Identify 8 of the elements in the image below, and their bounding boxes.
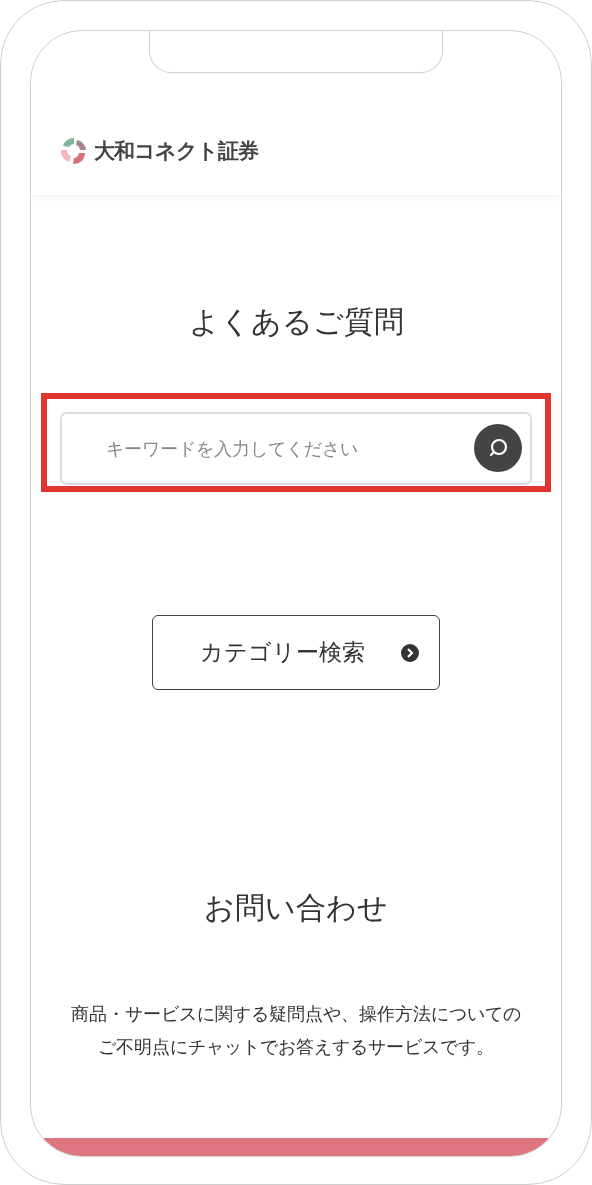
- category-search-button[interactable]: カテゴリー検索: [152, 615, 440, 690]
- section-title: よくあるご質問: [188, 303, 404, 341]
- description-text: ご不明点にチャットでお答えするサービスです。: [98, 1036, 494, 1059]
- chevron-right-icon: [400, 642, 420, 663]
- description-text: 商品・サービスに関する疑問点や、操作方法についての: [71, 1003, 521, 1026]
- section-title: お問い合わせ: [204, 889, 388, 927]
- search-field[interactable]: キーワードを入力してください: [60, 412, 532, 485]
- logo-text: 大和コネクト証券: [94, 138, 258, 165]
